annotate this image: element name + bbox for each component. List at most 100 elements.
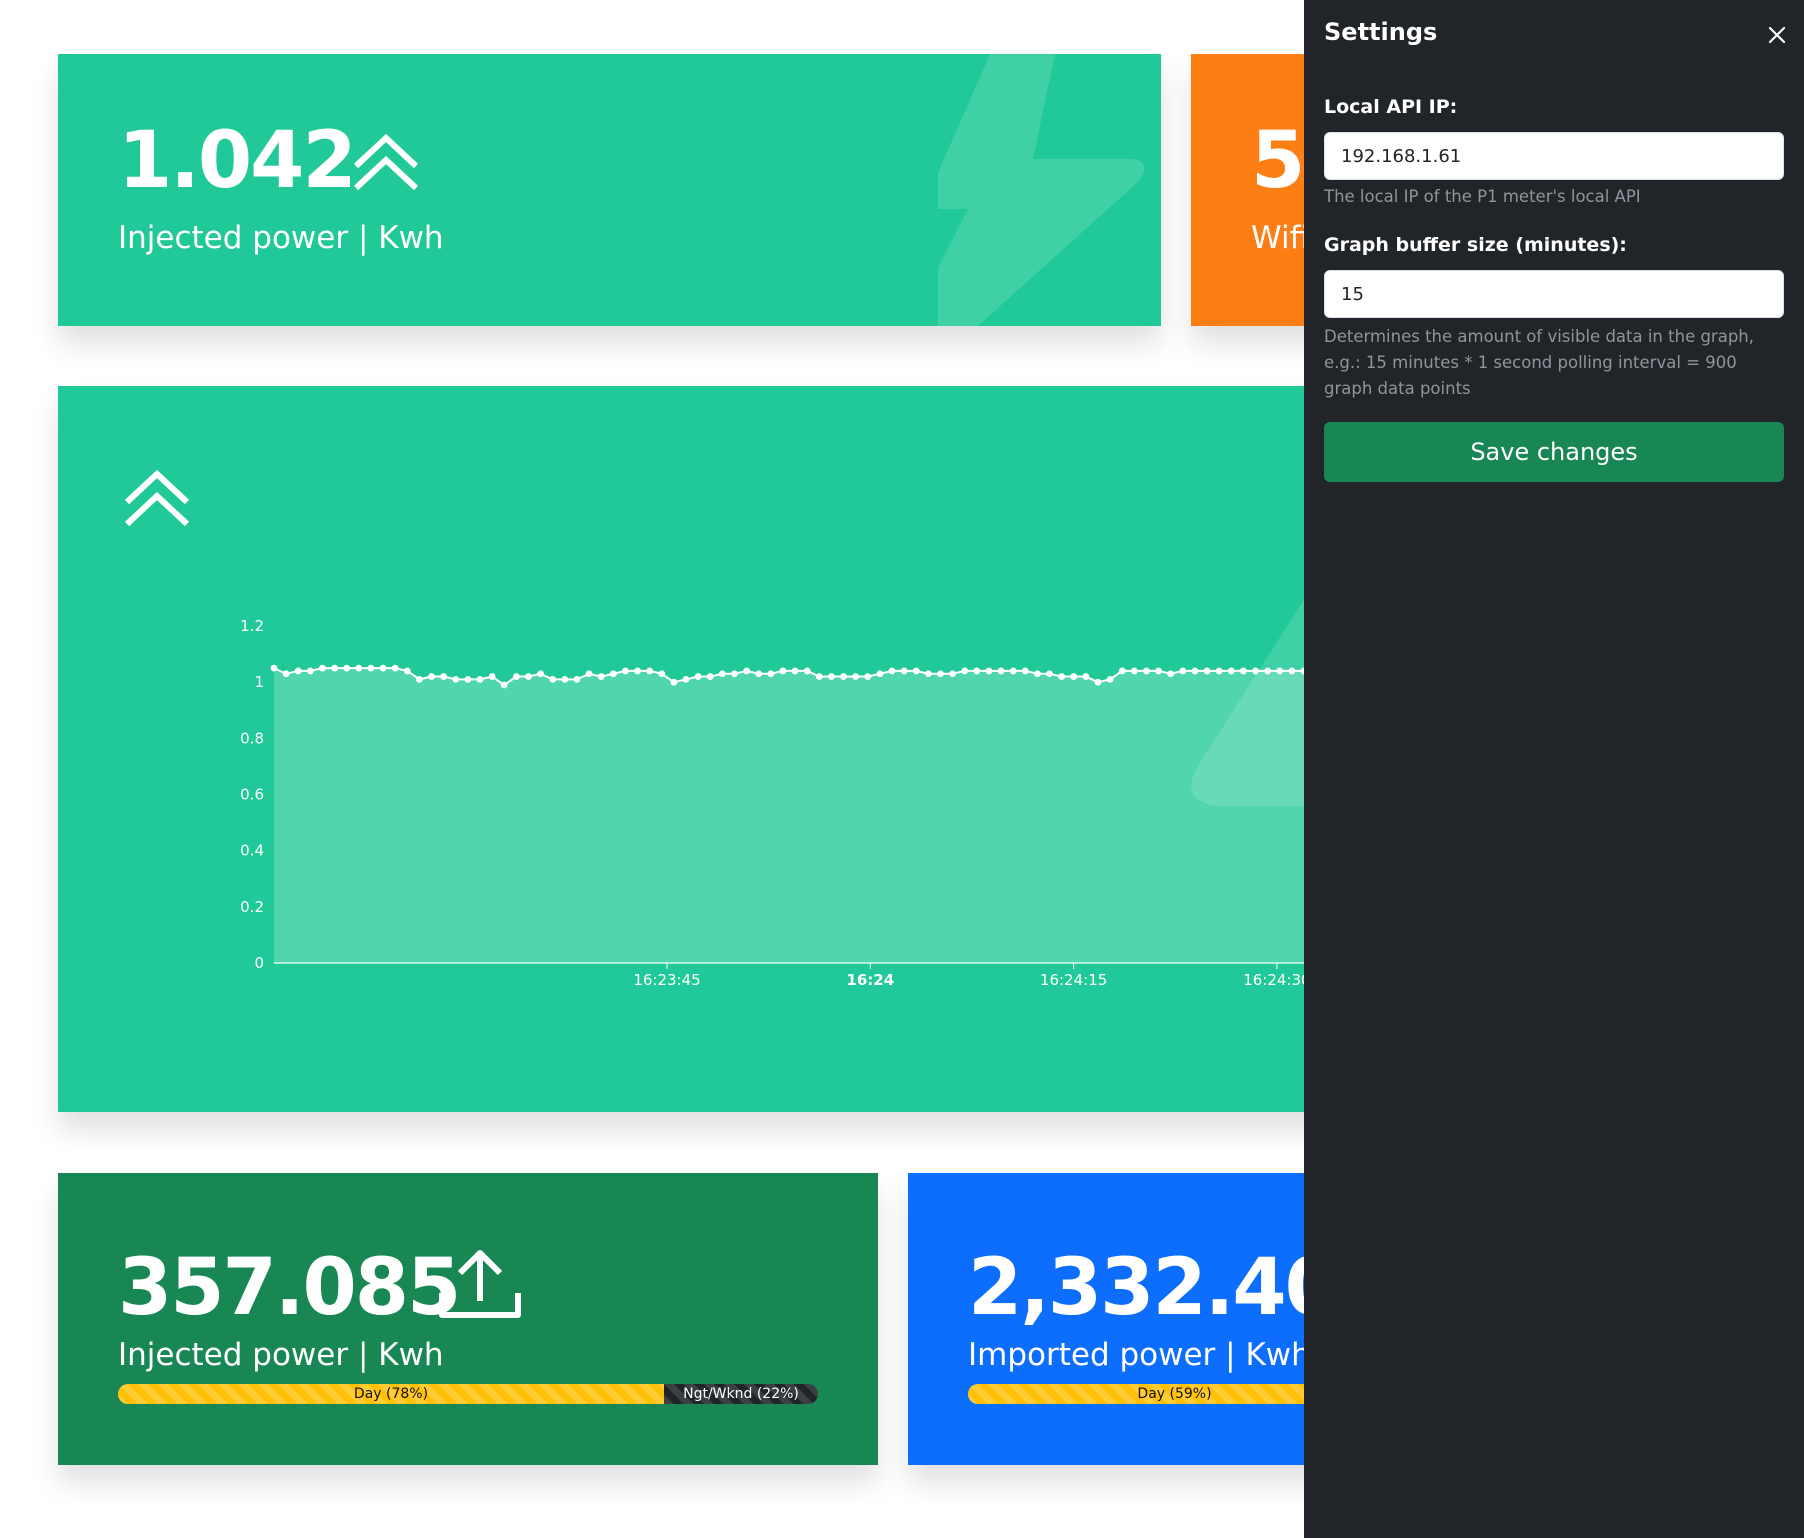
data-point [779, 667, 787, 675]
data-point [840, 673, 847, 680]
data-point [282, 670, 290, 678]
data-point [1106, 675, 1114, 683]
x-tick-label: 16:24 [846, 971, 894, 989]
double-chevron-up-icon [353, 134, 419, 191]
data-point [985, 667, 993, 675]
data-point [367, 664, 375, 672]
data-point [549, 675, 557, 683]
data-point [1034, 670, 1041, 678]
injected-power-total-value: 357.085 [118, 1243, 461, 1333]
data-point [864, 673, 872, 680]
series-area [274, 668, 1304, 963]
api-ip-input[interactable] [1324, 132, 1784, 180]
data-point [658, 670, 666, 678]
data-point [718, 670, 726, 678]
x-tick-label: 16:23:45 [633, 971, 700, 989]
wifi-value: 5 [1251, 116, 1305, 206]
data-point [1276, 667, 1284, 675]
data-point [585, 670, 593, 678]
y-tick-label: 1 [254, 673, 264, 691]
data-point [1058, 673, 1066, 680]
save-changes-button[interactable]: Save changes [1324, 422, 1784, 482]
y-tick-label: 0.4 [240, 842, 264, 860]
lightning-bolt-icon [938, 54, 1145, 326]
data-point [876, 670, 884, 678]
injected-power-chart: 1.2 1 0.8 0.6 0.4 0.2 0 16:23:45 16:24 16:24:15 16… [240, 617, 1304, 989]
data-point [791, 667, 799, 675]
data-point [416, 675, 423, 683]
y-tick-label: 0.8 [240, 729, 264, 747]
buffer-size-label: Graph buffer size (minutes): [1324, 234, 1627, 256]
injected-power-value: 1.042 [118, 116, 357, 206]
data-point [343, 664, 351, 672]
data-point [270, 664, 278, 672]
data-point [767, 670, 775, 678]
settings-title: Settings [1324, 18, 1438, 46]
imported-power-label: Imported power | Kwh [968, 1337, 1311, 1373]
data-point [1094, 678, 1102, 686]
injected-power-label: Injected power | Kwh [118, 220, 444, 256]
data-point [1252, 667, 1259, 675]
close-button[interactable] [1760, 18, 1794, 52]
data-point [512, 673, 520, 680]
data-point [561, 675, 569, 683]
data-point [1021, 667, 1029, 675]
data-point [973, 667, 981, 675]
data-point [646, 667, 654, 675]
close-icon [1768, 26, 1786, 44]
data-point [391, 664, 399, 672]
data-point [634, 667, 641, 675]
data-point [573, 675, 581, 683]
data-point [403, 667, 411, 675]
imported-power-value: 2,332.40 [968, 1243, 1339, 1333]
y-tick-label: 0 [254, 954, 264, 972]
injected-power-total-label: Injected power | Kwh [118, 1337, 444, 1373]
data-point [1179, 667, 1187, 675]
wifi-label: Wifi [1251, 220, 1310, 256]
upload-icon [439, 1250, 521, 1318]
data-point [1070, 673, 1078, 680]
data-point [1203, 667, 1211, 675]
data-point [379, 664, 387, 672]
data-point [537, 670, 544, 678]
y-tick-label: 1.2 [240, 617, 264, 635]
data-point [949, 670, 956, 678]
data-point [900, 667, 908, 675]
data-point [355, 664, 363, 672]
y-tick-label: 0.6 [240, 786, 264, 804]
api-ip-help: The local IP of the P1 meter's local API [1324, 187, 1641, 206]
data-point [731, 670, 738, 678]
data-point [694, 673, 702, 680]
data-point [331, 664, 338, 672]
y-tick-label: 0.2 [240, 898, 264, 916]
data-point [937, 670, 944, 678]
data-point [1264, 667, 1272, 675]
data-point [1167, 670, 1175, 678]
data-point [755, 670, 763, 678]
buffer-size-input[interactable] [1324, 270, 1784, 318]
data-point [609, 670, 617, 678]
settings-panel: Settings Local API IP: The local IP of t… [1304, 0, 1804, 1538]
data-point [464, 675, 472, 683]
data-point [803, 667, 811, 675]
data-point [888, 667, 896, 675]
tariff-progress-bar: Day (78%) Ngt/Wknd (22%) [118, 1384, 818, 1404]
data-point [1082, 673, 1090, 680]
data-point [1009, 667, 1017, 675]
data-point [706, 673, 714, 680]
data-point [924, 670, 932, 678]
data-point [319, 664, 326, 672]
data-point [682, 675, 690, 683]
data-point [1240, 667, 1247, 675]
data-point [961, 667, 969, 675]
injected-power-total-card: 357.085 Injected power | Kwh Day (78%) N… [58, 1173, 878, 1465]
data-point [622, 667, 629, 675]
x-tick-label: 16:24:30 [1243, 971, 1304, 989]
buffer-size-help: Determines the amount of visible data in… [1324, 327, 1755, 398]
data-point [1130, 667, 1138, 675]
data-point [1191, 667, 1199, 675]
data-point [525, 673, 532, 680]
data-point [1155, 667, 1162, 675]
data-point [1288, 667, 1296, 675]
data-point [1143, 667, 1150, 675]
